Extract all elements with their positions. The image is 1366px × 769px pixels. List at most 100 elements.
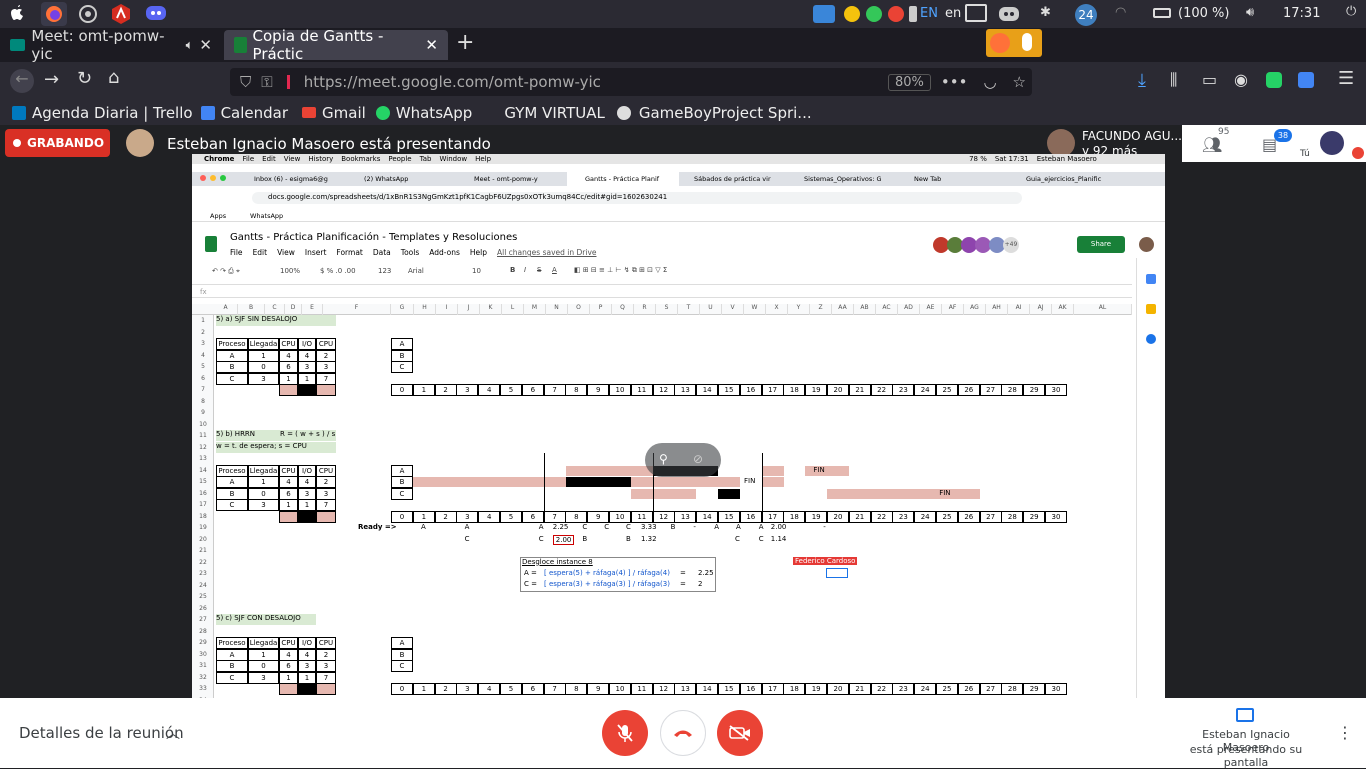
battery-text[interactable]: (100 %) — [1178, 6, 1229, 21]
battery-icon[interactable] — [1153, 8, 1171, 18]
ready-value: 1.32 — [641, 534, 657, 543]
bookmark-gmail[interactable]: Gmail — [322, 104, 366, 122]
bookmark-gym[interactable]: GYM VIRTUAL — [504, 104, 605, 122]
close-icon[interactable]: ✕ — [199, 36, 212, 54]
new-tab-button[interactable]: + — [456, 30, 474, 55]
table-cell: 3 — [248, 499, 279, 511]
tab-sheets[interactable]: Copia de Gantts - Práctic ✕ — [224, 27, 448, 63]
recording-icon[interactable] — [286, 75, 290, 89]
chevron-up-icon[interactable]: ︿ — [166, 723, 180, 743]
timeline-cell: 29 — [1023, 683, 1046, 695]
table-cell: 1 — [248, 648, 279, 661]
table-cell: 3 — [316, 660, 336, 672]
mac-menu-item: View — [283, 155, 301, 163]
app-gear-icon[interactable] — [78, 4, 98, 24]
bookmark-trello[interactable]: Agenda Diaria | Trello — [32, 104, 193, 122]
pocket-icon[interactable]: ◡ — [983, 73, 996, 91]
library-icon[interactable]: ⫼ — [1170, 70, 1177, 90]
gantt-row-label: A — [391, 338, 413, 350]
timeline-cell: 18 — [783, 384, 806, 396]
meeting-details-link[interactable]: Detalles de la reunión — [19, 724, 184, 742]
notifications-badge[interactable]: 24 — [1075, 4, 1097, 26]
clock[interactable]: 17:31 — [1283, 6, 1320, 21]
mac-user: Esteban Masoero — [1036, 155, 1097, 163]
bluetooth-icon[interactable]: ✱ — [1040, 5, 1051, 20]
permissions-icon[interactable]: ⚿ — [261, 73, 272, 91]
download-icon[interactable]: ⤓ — [1138, 70, 1146, 91]
timeline-cell: 29 — [1023, 510, 1046, 523]
pin-icon: ⚲ — [659, 452, 668, 466]
tab-audio-icon[interactable]: 🔈︎ — [186, 38, 194, 53]
close-icon[interactable]: ✕ — [425, 36, 438, 54]
more-options-icon[interactable]: ⋮ — [1337, 723, 1353, 742]
timeline-cell: 15 — [718, 384, 740, 396]
url-text[interactable]: https://meet.google.com/omt-pomw-yic — [304, 73, 601, 91]
bookmark-calendar[interactable]: Calendar — [221, 104, 288, 122]
timeline-cell: 24 — [914, 384, 937, 396]
gantt-bar — [761, 477, 784, 487]
bookmark-gameboy[interactable]: GameBoyProject Spri... — [639, 104, 812, 122]
people-icon[interactable]: 👥︎ — [1202, 135, 1222, 154]
gantt-row-label: C — [391, 660, 413, 672]
back-button[interactable]: ← — [10, 69, 34, 93]
chrome-tab: Inbox (6) - esigma6@g — [254, 175, 328, 183]
gantt-divider — [543, 453, 545, 522]
yellow-dot-icon[interactable] — [844, 6, 860, 22]
table-header-cell: CPU — [279, 338, 298, 350]
bookmark-whatsapp[interactable]: WhatsApp — [396, 104, 473, 122]
url-bar[interactable]: ⛉ ⚿ https://meet.google.com/omt-pomw-yic… — [230, 68, 1032, 96]
volume-icon[interactable]: 🔊︎ — [1246, 5, 1254, 20]
ready-value: B — [626, 534, 631, 543]
timeline-cell: 14 — [696, 384, 719, 396]
table-cell: 1 — [279, 372, 298, 385]
folder-icon[interactable] — [813, 5, 835, 23]
power-icon[interactable]: ⏻ — [1346, 4, 1356, 19]
lang-indicator[interactable]: EN — [920, 6, 938, 21]
apple-icon[interactable] — [10, 5, 24, 21]
self-avatar — [1320, 131, 1344, 155]
fin-label: FIN — [744, 477, 756, 485]
hangup-icon — [674, 730, 692, 737]
translate-icon[interactable] — [1298, 72, 1314, 88]
menu-icon[interactable]: ☰ — [1338, 68, 1354, 89]
tab-meet[interactable]: Meet: omt-pomw-yic 🔈︎ ✕ — [0, 27, 222, 63]
timeline-cell: 12 — [652, 510, 675, 523]
discord-tray-icon[interactable] — [998, 5, 1020, 27]
pause-icon[interactable] — [909, 6, 917, 22]
account-icon[interactable]: ◉ — [1234, 70, 1248, 89]
app-red-icon[interactable] — [111, 3, 131, 25]
timeline-cell: 23 — [892, 683, 915, 695]
green-dot-icon[interactable] — [866, 6, 882, 22]
shield-icon[interactable]: ⛉ — [240, 73, 251, 91]
bookmark-star-icon[interactable]: ☆ — [1013, 73, 1026, 91]
reader-icon[interactable]: ▭ — [1202, 70, 1217, 89]
camera-toggle-button[interactable] — [717, 710, 763, 756]
chrome-tab: New Tab — [914, 175, 942, 183]
sheets-favicon-icon — [234, 37, 247, 53]
table-header-cell: Proceso — [216, 637, 248, 649]
timeline-cell: 4 — [478, 510, 501, 523]
table-cell: 3 — [298, 361, 316, 373]
timeline-cell: 28 — [1001, 683, 1024, 695]
mic-toggle-button[interactable] — [602, 710, 648, 756]
firefox-icon[interactable] — [41, 2, 67, 26]
home-button[interactable]: ⌂ — [108, 67, 119, 88]
pink-cell — [316, 384, 336, 396]
wifi-icon[interactable]: ◠ — [1115, 5, 1126, 20]
ready-value: 3.33 — [641, 523, 657, 531]
pink-cell — [316, 683, 336, 695]
screen-share-icon[interactable] — [965, 4, 987, 22]
table-cell: 2 — [316, 648, 336, 661]
doc-menu-item: Help — [469, 248, 487, 257]
forward-button[interactable]: → — [44, 69, 59, 90]
red-dot-icon[interactable] — [888, 6, 904, 22]
zoom-level[interactable]: 80% — [888, 73, 931, 91]
more-icon[interactable]: ••• — [941, 73, 968, 91]
present-icon[interactable] — [1236, 708, 1254, 722]
table-cell: 3 — [316, 361, 336, 373]
discord-icon[interactable] — [145, 4, 167, 22]
leave-call-button[interactable] — [660, 710, 706, 756]
whatsapp-ext-icon[interactable] — [1266, 72, 1282, 88]
lang-text[interactable]: en — [945, 6, 961, 21]
reload-button[interactable]: ↻ — [77, 68, 92, 89]
